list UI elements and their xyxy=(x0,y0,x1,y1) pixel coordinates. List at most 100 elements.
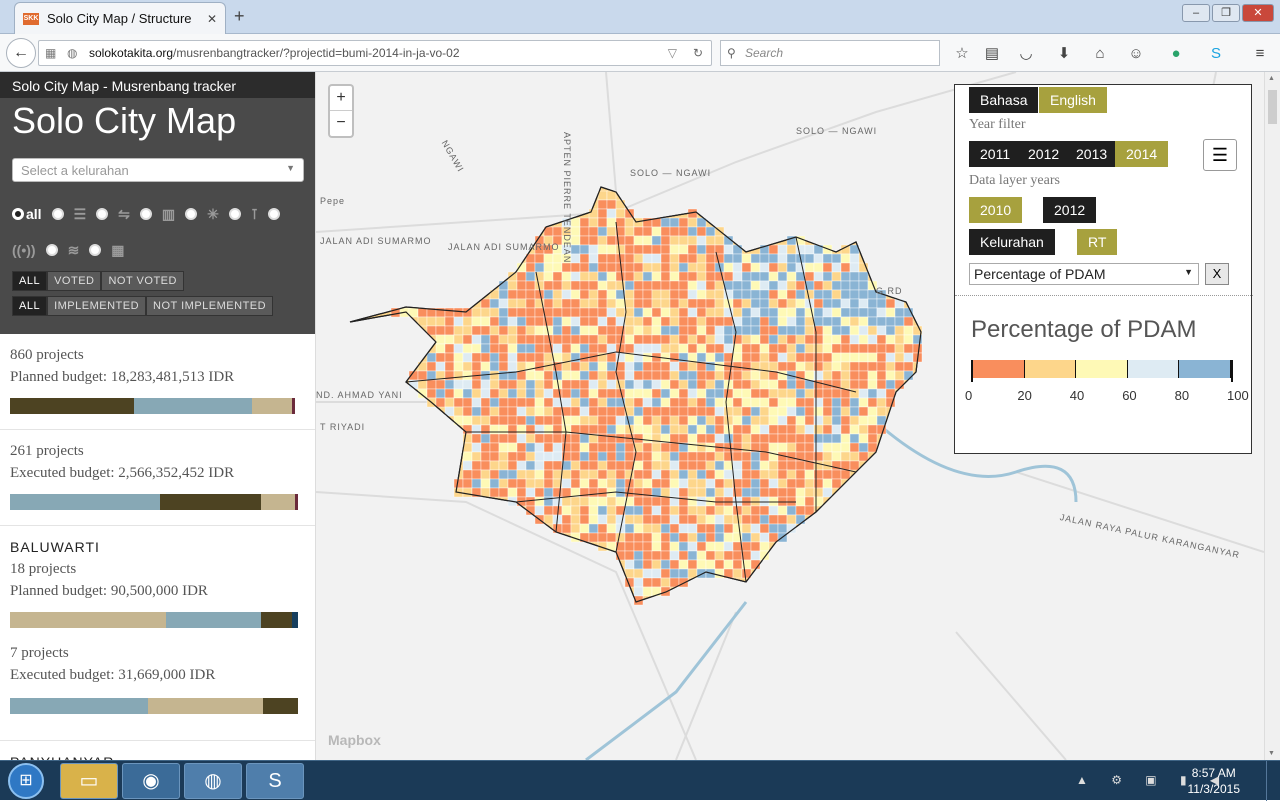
rt-cell[interactable] xyxy=(669,487,680,498)
rt-cell[interactable] xyxy=(804,487,815,498)
rt-cell[interactable] xyxy=(768,487,779,498)
rt-cell[interactable] xyxy=(624,217,635,228)
rt-cell[interactable] xyxy=(552,298,563,309)
rt-cell[interactable] xyxy=(822,352,833,363)
rt-cell[interactable] xyxy=(840,424,851,435)
rt-cell[interactable] xyxy=(777,415,788,426)
rt-cell[interactable] xyxy=(876,397,887,408)
rt-cell[interactable] xyxy=(858,307,869,318)
rt-cell[interactable] xyxy=(507,397,518,408)
rt-cell[interactable] xyxy=(417,379,428,390)
rt-cell[interactable] xyxy=(444,379,455,390)
rt-cell[interactable] xyxy=(606,496,617,507)
layer-year-2010-button[interactable]: 2010 xyxy=(969,197,1023,223)
rt-cell[interactable] xyxy=(750,541,761,552)
rt-cell[interactable] xyxy=(678,226,689,237)
rt-cell[interactable] xyxy=(588,523,599,534)
rt-cell[interactable] xyxy=(606,307,617,318)
rt-cell[interactable] xyxy=(858,316,869,327)
rt-cell[interactable] xyxy=(435,388,446,399)
rt-cell[interactable] xyxy=(633,586,644,597)
rt-cell[interactable] xyxy=(849,334,860,345)
rt-cell[interactable] xyxy=(498,298,509,309)
rt-cell[interactable] xyxy=(552,451,563,462)
rt-cell[interactable] xyxy=(795,289,806,300)
rt-cell[interactable] xyxy=(507,415,518,426)
rt-cell[interactable] xyxy=(480,487,491,498)
rt-cell[interactable] xyxy=(876,415,887,426)
rt-cell[interactable] xyxy=(714,424,725,435)
rt-cell[interactable] xyxy=(597,487,608,498)
rt-cell[interactable] xyxy=(498,334,509,345)
rt-cell[interactable] xyxy=(723,316,734,327)
rt-cell[interactable] xyxy=(660,289,671,300)
restore-button[interactable]: ❐ xyxy=(1212,4,1240,22)
rt-cell[interactable] xyxy=(471,424,482,435)
url-bar[interactable]: ▦ ◍ solokotakita.org/musrenbangtracker/?… xyxy=(38,40,712,66)
rt-cell[interactable] xyxy=(552,271,563,282)
rt-cell[interactable] xyxy=(660,235,671,246)
rt-cell[interactable] xyxy=(759,460,770,471)
rt-cell[interactable] xyxy=(642,433,653,444)
rt-cell[interactable] xyxy=(867,325,878,336)
radio-water[interactable] xyxy=(228,208,241,220)
rt-cell[interactable] xyxy=(732,289,743,300)
rt-cell[interactable] xyxy=(417,388,428,399)
rt-cell[interactable] xyxy=(813,334,824,345)
rt-cell[interactable] xyxy=(876,388,887,399)
show-desktop-button[interactable] xyxy=(1266,761,1280,801)
rt-cell[interactable] xyxy=(597,289,608,300)
rt-cell[interactable] xyxy=(750,370,761,381)
rt-cell[interactable] xyxy=(696,334,707,345)
rt-cell[interactable] xyxy=(615,217,626,228)
rt-cell[interactable] xyxy=(687,433,698,444)
rt-cell[interactable] xyxy=(705,226,716,237)
rt-cell[interactable] xyxy=(633,253,644,264)
rt-cell[interactable] xyxy=(606,370,617,381)
rt-cell[interactable] xyxy=(462,406,473,417)
rt-cell[interactable] xyxy=(606,316,617,327)
rt-cell[interactable] xyxy=(471,307,482,318)
rt-cell[interactable] xyxy=(525,379,536,390)
rt-cell[interactable] xyxy=(759,262,770,273)
rt-cell[interactable] xyxy=(696,262,707,273)
rt-cell[interactable] xyxy=(453,352,464,363)
rt-cell[interactable] xyxy=(642,505,653,516)
rt-cell[interactable] xyxy=(687,397,698,408)
rt-cell[interactable] xyxy=(660,487,671,498)
rt-cell[interactable] xyxy=(489,433,500,444)
rt-cell[interactable] xyxy=(687,235,698,246)
rt-cell[interactable] xyxy=(426,388,437,399)
rt-cell[interactable] xyxy=(498,433,509,444)
rt-cell[interactable] xyxy=(606,424,617,435)
rt-cell[interactable] xyxy=(642,559,653,570)
rt-cell[interactable] xyxy=(777,460,788,471)
rt-cell[interactable] xyxy=(471,442,482,453)
rt-cell[interactable] xyxy=(435,343,446,354)
rt-cell[interactable] xyxy=(687,460,698,471)
rt-cell[interactable] xyxy=(507,451,518,462)
rt-cell[interactable] xyxy=(579,235,590,246)
rt-cell[interactable] xyxy=(705,253,716,264)
rt-cell[interactable] xyxy=(660,523,671,534)
rt-cell[interactable] xyxy=(840,298,851,309)
rt-cell[interactable] xyxy=(741,334,752,345)
rt-cell[interactable] xyxy=(813,343,824,354)
rt-cell[interactable] xyxy=(858,424,869,435)
rt-cell[interactable] xyxy=(831,271,842,282)
rt-cell[interactable] xyxy=(633,469,644,480)
rt-cell[interactable] xyxy=(822,370,833,381)
rt-cell[interactable] xyxy=(867,307,878,318)
rt-cell[interactable] xyxy=(768,244,779,255)
rt-cell[interactable] xyxy=(660,460,671,471)
rt-cell[interactable] xyxy=(579,433,590,444)
rt-cell[interactable] xyxy=(741,451,752,462)
rt-cell[interactable] xyxy=(525,388,536,399)
rt-cell[interactable] xyxy=(597,388,608,399)
rt-cell[interactable] xyxy=(750,460,761,471)
rt-cell[interactable] xyxy=(606,280,617,291)
rt-cell[interactable] xyxy=(642,514,653,525)
rt-cell[interactable] xyxy=(624,343,635,354)
rt-cell[interactable] xyxy=(849,271,860,282)
rt-cell[interactable] xyxy=(768,253,779,264)
